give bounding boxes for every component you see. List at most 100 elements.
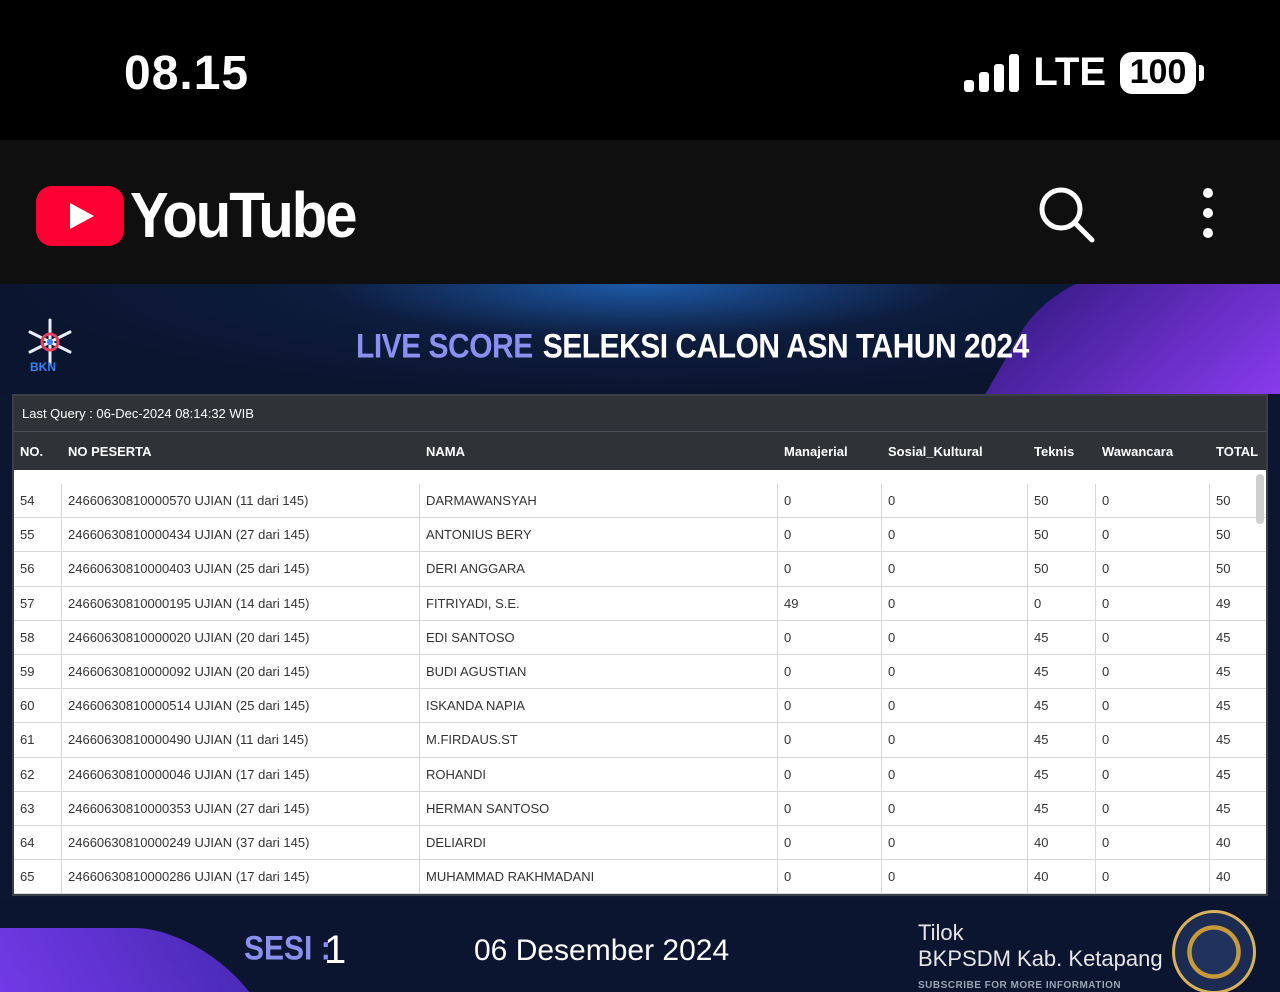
table-body: 54 24660630810000570 UJIAN (11 dari 145) D… — [14, 470, 1266, 894]
sesi-label: SESI : — [244, 929, 331, 968]
table-row: 60 24660630810000514 UJIAN (25 dari 145) I… — [14, 689, 1266, 724]
table-row: 58 24660630810000020 UJIAN (20 dari 145) E… — [14, 620, 1266, 655]
cell-sosial-kultural: 0 — [882, 757, 1028, 791]
table-row: 56 24660630810000403 UJIAN (25 dari 145) D… — [14, 552, 1266, 587]
cell-teknis: 0 — [1028, 586, 1096, 620]
cell-manajerial: 0 — [778, 484, 882, 518]
network-type: LTE — [1033, 50, 1106, 94]
cell-wawancara: 0 — [1096, 552, 1210, 586]
table-row: 57 24660630810000195 UJIAN (14 dari 145) F… — [14, 586, 1266, 621]
cell-wawancara: 0 — [1096, 791, 1210, 825]
cell-nama: DELIARDI — [420, 825, 778, 860]
youtube-wordmark: YouTube — [130, 179, 357, 252]
cell-wawancara: 0 — [1096, 689, 1210, 723]
table-row: 65 24660630810000286 UJIAN (17 dari 145) M… — [14, 860, 1266, 894]
cell-no: 61 — [14, 723, 62, 757]
cell-wawancara: 0 — [1096, 860, 1210, 894]
cell-teknis: 40 — [1028, 825, 1096, 860]
cell-no-peserta: 24660630810000249 UJIAN (37 dari 145) — [62, 825, 420, 860]
cell-teknis: 40 — [1028, 860, 1096, 894]
youtube-logo[interactable]: YouTube — [36, 180, 357, 251]
cell-wawancara: 0 — [1096, 484, 1210, 518]
cell-sosial-kultural: 0 — [882, 689, 1028, 723]
cell-nama: HERMAN SANTOSO — [420, 791, 778, 825]
col-no: NO. — [20, 443, 44, 459]
cell-no: 60 — [14, 689, 62, 723]
video-player[interactable]: BKN LIVE SCORE SELEKSI CALON ASN TAHUN 20… — [0, 284, 1280, 992]
status-time: 08.15 — [124, 47, 250, 100]
cell-manajerial: 0 — [778, 552, 882, 586]
cell-nama: BUDI AGUSTIAN — [420, 654, 778, 689]
cell-no-peserta: 24660630810000434 UJIAN (27 dari 145) — [62, 518, 420, 552]
cell-wawancara: 0 — [1096, 825, 1210, 860]
cell-wawancara: 0 — [1096, 723, 1210, 757]
table-row: 63 24660630810000353 UJIAN (27 dari 145) H… — [14, 791, 1266, 826]
cell-teknis: 45 — [1028, 620, 1096, 654]
table-row: 55 24660630810000434 UJIAN (27 dari 145) A… — [14, 518, 1266, 553]
cell-no: 55 — [14, 518, 62, 552]
cell-nama: M.FIRDAUS.ST — [420, 723, 778, 757]
title-live: LIVE SCORE — [356, 327, 533, 366]
cell-manajerial: 0 — [778, 620, 882, 654]
cell-teknis: 50 — [1028, 484, 1096, 518]
cell-nama: ISKANDA NAPIA — [420, 689, 778, 723]
cell-no: 62 — [14, 757, 62, 791]
cell-nama: DARMAWANSYAH — [420, 484, 778, 518]
battery-icon: 100 — [1120, 51, 1204, 94]
table-row: 62 24660630810000046 UJIAN (17 dari 145) R… — [14, 757, 1266, 792]
cell-sosial-kultural: 0 — [882, 484, 1028, 518]
col-manajerial: Manajerial — [784, 443, 848, 459]
cell-wawancara: 0 — [1096, 586, 1210, 620]
search-icon[interactable] — [1036, 184, 1096, 244]
cell-total: 45 — [1216, 664, 1231, 680]
cell-no-peserta: 24660630810000403 UJIAN (25 dari 145) — [62, 552, 420, 586]
more-vert-icon[interactable] — [1196, 188, 1220, 238]
cell-no-peserta: 24660630810000490 UJIAN (11 dari 145) — [62, 723, 420, 757]
cell-teknis: 45 — [1028, 723, 1096, 757]
cell-total: 40 — [1216, 834, 1231, 850]
org-line-2: BKPSDM Kab. Ketapang — [918, 946, 1163, 971]
cell-manajerial: 0 — [778, 518, 882, 552]
cell-sosial-kultural: 0 — [882, 552, 1028, 586]
cell-total: 45 — [1216, 732, 1231, 748]
table-row: 54 24660630810000570 UJIAN (11 dari 145) D… — [14, 484, 1266, 519]
cell-no-peserta: 24660630810000353 UJIAN (27 dari 145) — [62, 791, 420, 825]
col-teknis: Teknis — [1034, 443, 1075, 459]
title-main: SELEKSI CALON ASN TAHUN 2024 — [542, 327, 1030, 366]
last-query: Last Query : 06-Dec-2024 08:14:32 WIB — [14, 396, 1266, 432]
cell-no-peserta: 24660630810000570 UJIAN (11 dari 145) — [62, 484, 420, 518]
cell-wawancara: 0 — [1096, 620, 1210, 654]
cell-sosial-kultural: 0 — [882, 620, 1028, 654]
cell-manajerial: 0 — [778, 757, 882, 791]
col-sosial-kultural: Sosial_Kultural — [888, 443, 983, 459]
app-bar: YouTube — [0, 140, 1280, 284]
org-line-3: SUBSCRIBE FOR MORE INFORMATION — [918, 980, 1122, 991]
cell-sosial-kultural: 0 — [882, 791, 1028, 825]
col-total: TOTAL — [1216, 443, 1259, 459]
cell-no: 64 — [14, 825, 62, 860]
cell-no: 63 — [14, 791, 62, 825]
signal-icon — [964, 53, 1020, 92]
cell-manajerial: 0 — [778, 860, 882, 894]
bkn-logo-text: BKN — [30, 360, 56, 374]
cell-teknis: 45 — [1028, 757, 1096, 791]
cell-nama: DERI ANGGARA — [420, 552, 778, 586]
cell-no-peserta: 24660630810000195 UJIAN (14 dari 145) — [62, 586, 420, 620]
cell-total: 50 — [1216, 561, 1231, 577]
seal-icon — [1172, 910, 1256, 992]
cell-nama: MUHAMMAD RAKHMADANI — [420, 860, 778, 894]
cell-teknis: 50 — [1028, 552, 1096, 586]
cell-manajerial: 0 — [778, 825, 882, 860]
cell-no: 54 — [14, 484, 62, 518]
cell-nama: ANTONIUS BERY — [420, 518, 778, 552]
cell-nama: EDI SANTOSO — [420, 620, 778, 654]
org-line-1: Tilok — [918, 920, 964, 945]
cell-manajerial: 0 — [778, 791, 882, 825]
status-bar: 08.15 LTE 100 — [0, 0, 1280, 140]
cell-sosial-kultural: 0 — [882, 518, 1028, 552]
col-nama: NAMA — [426, 443, 465, 459]
cell-no-peserta: 24660630810000046 UJIAN (17 dari 145) — [62, 757, 420, 791]
cell-no-peserta: 24660630810000092 UJIAN (20 dari 145) — [62, 654, 420, 689]
video-header: BKN LIVE SCORE SELEKSI CALON ASN TAHUN 20… — [0, 284, 1280, 394]
youtube-play-icon — [36, 185, 124, 246]
